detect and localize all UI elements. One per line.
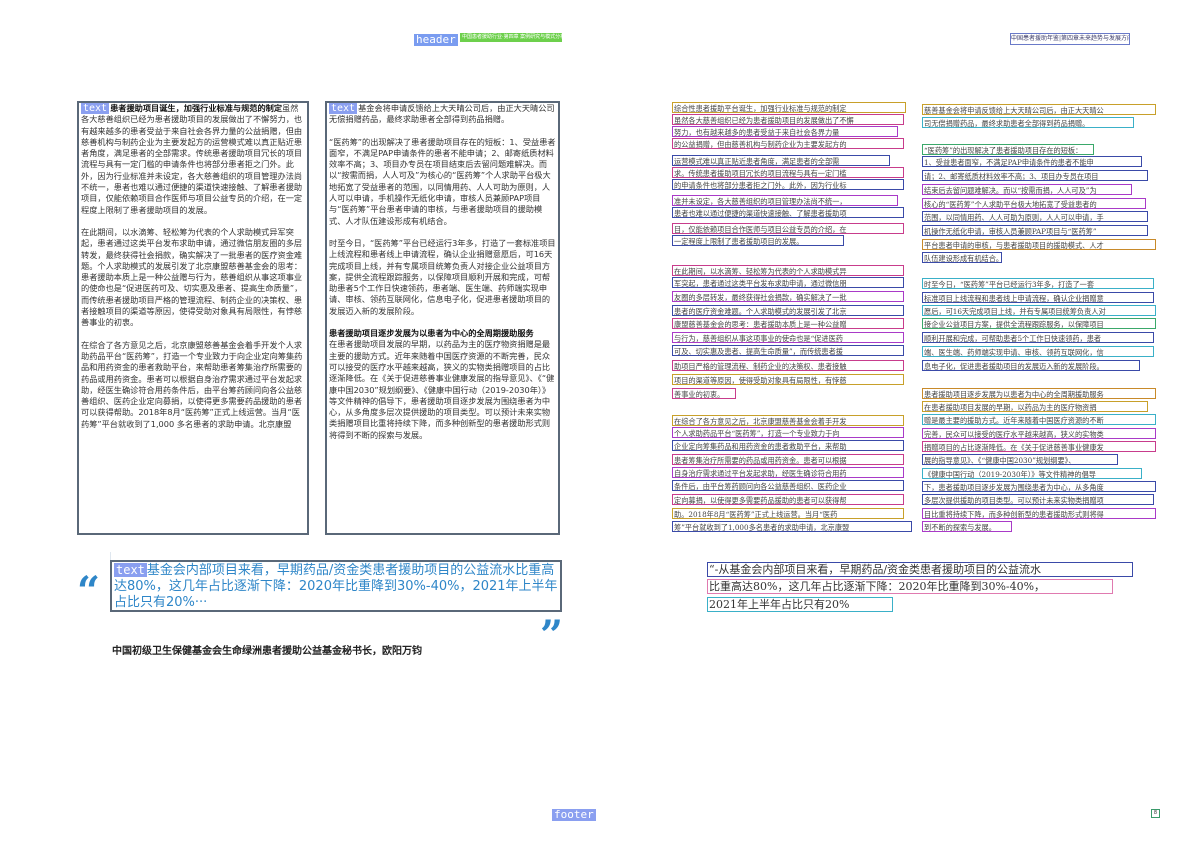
quote-text: 基金会内部项目来看，早期药品/资金类患者援助项目的公益流水比重高达80%，这几年… bbox=[114, 563, 558, 610]
text-line: 求。传统患者援助项目冗长的项目流程与具有一定门槛 bbox=[672, 167, 904, 178]
paragraph: 在此期间，以水滴筹、轻松筹为代表的个人求助模式异军突起，患者通过这类平台发布求助… bbox=[81, 226, 303, 328]
text-line: 自身治疗需求通过平台发起求助，经医生确诊符合用药 bbox=[672, 467, 904, 478]
text-line: 目比重将持续下降，而多种创新型的患者援助形式则将得 bbox=[922, 508, 1156, 519]
left-column-2: text 基金会将申请反馈给上大天晴公司后，由正大天晴公司无偿捐赠药品，最终求助患… bbox=[325, 101, 560, 535]
open-quote-icon: “ bbox=[77, 568, 101, 615]
text-line: 目，仅能依赖项目合作医师与项目公益专员的介绍，在 bbox=[672, 223, 904, 234]
text-line: 综合性患者援助平台诞生，加强行业标准与规范的制定 bbox=[672, 102, 906, 113]
text-line: 到不断的探索与发展。 bbox=[922, 521, 1012, 532]
quote-line: “-从基金会内部项目来看，早期药品/资金类患者援助项目的公益流水 bbox=[707, 562, 1133, 577]
paragraph: 在综合了各方意见之后，北京康盟慈善基金会着手开发个人求助药品平台“医药筹”，打造… bbox=[81, 339, 303, 429]
quote-attribution: 中国初级卫生保健基金会生命绿洲患者援助公益基金秘书长，欧阳万钧 bbox=[112, 646, 422, 657]
text-line: 军突起，患者通过这类平台发布求助申请，通过微信朋 bbox=[672, 277, 904, 288]
text-line: 企业定向筹集药品和用药资金的患者救助平台，来帮助 bbox=[672, 440, 904, 451]
text-line: 完善，民众可以接受的医疗水平越来越高，狭义的实物类 bbox=[922, 428, 1156, 439]
text-line: 展的指导意见》、《“健康中国2030”规划纲要》、 bbox=[922, 454, 1118, 465]
page-number: 8 bbox=[1151, 809, 1160, 818]
paragraph: “医药筹”的出现解决了患者援助项目存在的短板：1、受益患者面窄，不满足PAP申请… bbox=[329, 136, 556, 226]
text-line: 端、医生端、药师端实现申请、审核、领药互联网化，信 bbox=[922, 346, 1154, 357]
text-line: 与行为，慈善组织从事这项事业的使命也是“促进医药 bbox=[672, 332, 904, 343]
text-line: 核心的“医药筹”个人求助平台极大地拓宽了受益患者的 bbox=[922, 198, 1146, 209]
text-line: 多层次提供援助的项目类型。可以预计未来实物类捐赠项 bbox=[922, 494, 1154, 505]
text-line: 机操作无纸化申请，审核人员兼顾PAP项目与“医药筹” bbox=[922, 225, 1148, 236]
text-line: 康盟慈善基金会的思考：患者援助本质上是一种公益赠 bbox=[672, 318, 904, 329]
text-line: 的申请条件也将部分患者拒之门外。此外，因为行业标 bbox=[672, 179, 904, 190]
text-line: 在患者援助项目发展的早期，以药品为主的医疗物资捐 bbox=[922, 401, 1148, 412]
text-line: 愿后，可16天完成项目上线，并有专属项目统筹负责人对 bbox=[922, 305, 1156, 316]
text-line: 助项目严格的管理流程、制药企业的决策权、患者接触 bbox=[672, 360, 904, 371]
text-line: “医药筹”的出现解决了患者援助项目存在的短板： bbox=[922, 144, 1094, 155]
text-line: 善事业的初衷。 bbox=[672, 388, 736, 399]
text-line: 司无偿捐赠药品，最终求助患者全部得到药品捐赠。 bbox=[922, 117, 1134, 128]
header-stripe: 中国患者援助行业·第四章 案例研究与模式分析 bbox=[460, 33, 562, 42]
quote-line: 比重高达80%，这几年占比逐渐下降：2020年比重降到30%-40%， bbox=[707, 579, 1113, 594]
text-line: 时至今日，“医药筹”平台已经运行3年多，打造了一套 bbox=[922, 278, 1154, 289]
pull-quote: text 基金会内部项目来看，早期药品/资金类患者援助项目的公益流水比重高达80%… bbox=[110, 560, 562, 612]
text-line: 努力，也有越来越多的患者受益于来自社会各界力量 bbox=[672, 126, 898, 137]
quote-line: 2021年上半年占比只有20% bbox=[707, 597, 893, 612]
text-line: 准并未设定，各大慈善组织的项目管理办法尚不统一， bbox=[672, 195, 898, 206]
text-line: 助。2018年8月“医药筹”正式上线运营。当月“医药 bbox=[672, 508, 904, 519]
text-line: 定向募捐，以使得更多需要药品援助的患者可以获得帮 bbox=[672, 494, 904, 505]
text-line: 患者筹集治疗所需要的药品或用药资金。患者可以根据 bbox=[672, 454, 904, 465]
header-marker: header bbox=[414, 33, 458, 46]
left-column-1: text 患者援助项目诞生，加强行业标准与规范的制定虽然各大慈善组织已经为患者援助… bbox=[77, 101, 309, 535]
text-line: 慈善基金会将申请反馈给上大天晴公司后，由正大天晴公 bbox=[922, 104, 1156, 115]
text-marker: text bbox=[329, 103, 358, 114]
text-marker: text bbox=[114, 563, 147, 577]
text-line: 患者援助项目逐步发展为以患者为中心的全周期援助服务 bbox=[922, 388, 1156, 399]
text-line: 虽然各大慈善组织已经为患者援助项目的发展做出了不懈 bbox=[672, 114, 904, 125]
text-line: 顺利开展和完成，可帮助患者5个工作日快速领药，患者 bbox=[922, 332, 1154, 343]
text-line: 可及、切实惠及患者、提高生命质量”，而传统患者援 bbox=[672, 345, 904, 356]
text-line: 个人求助药品平台“医药筹”，打造一个专业致力于向 bbox=[672, 427, 904, 438]
text-line: 接企业公益项目方案，提供全流程跟踪服务，以保障项目 bbox=[922, 318, 1156, 329]
text-line: 范围，以同情用药、人人可助为原则，人人可以申请，手 bbox=[922, 211, 1148, 222]
text-marker: text bbox=[81, 103, 110, 114]
text-line: 赠是最主要的援助方式。近年来随着中国医疗资源的不断 bbox=[922, 414, 1156, 425]
text-line: 条件后，由平台筹药顾问向各公益慈善组织、医药企业 bbox=[672, 480, 904, 491]
text-line: 队伍建设形成有机结合。 bbox=[922, 252, 1002, 263]
text-line: 平台患者申请的审核，与患者援助项目的援助模式、人才 bbox=[922, 239, 1156, 250]
text-line: 结束后去留问题难解决。而以“按需而捐，人人可及”为 bbox=[922, 184, 1132, 195]
section-heading: 患者援助项目逐步发展为以患者为中心的全周期援助服务 bbox=[329, 328, 534, 339]
text-line: 标准项目上线流程和患者线上申请流程，确认企业捐赠意 bbox=[922, 292, 1154, 303]
section-lead: 患者援助项目诞生，加强行业标准与规范的制定 bbox=[110, 103, 283, 113]
text-line: 患者也难以通过便捷的渠道快速接触、了解患者援助项 bbox=[672, 207, 904, 218]
running-header: 中国患者援助年鉴|第四章未来趋势与发展方向 bbox=[1010, 33, 1130, 45]
paragraph: 虽然各大慈善组织已经为患者援助项目的发展做出了不懈努力，也有越来越多的患者受益于… bbox=[81, 103, 303, 215]
text-line: 患者的医疗资金难题。个人求助模式的发展引发了北京 bbox=[672, 305, 904, 316]
text-line: 的公益捐赠，但由慈善机构与制药企业为主要发起方的 bbox=[672, 138, 904, 149]
text-line: 筹”平台就收到了1,000多名患者的求助申请，北京康盟 bbox=[672, 521, 912, 532]
text-line: 请；2、邮寄纸质材料效率不高；3、项目办专员在项目 bbox=[922, 170, 1148, 181]
text-line: 《健康中国行动（2019-2030年）》等文件精神的倡导 bbox=[922, 468, 1142, 479]
text-line: 下，患者援助项目逐步发展为围绕患者为中心，从多角度 bbox=[922, 481, 1156, 492]
close-quote-icon: ” bbox=[540, 612, 564, 659]
text-line: 在此期间，以水滴筹、轻松筹为代表的个人求助模式异 bbox=[672, 265, 904, 276]
paragraph: 在患者援助项目发展的早期，以药品为主的医疗物资捐赠是最主要的援助方式。近年来随着… bbox=[329, 339, 555, 440]
paragraph: 时至今日，“医药筹”平台已经运行3年多，打造了一套标准项目上线流程和患者线上申请… bbox=[329, 237, 556, 316]
paragraph: 基金会将申请反馈给上大天晴公司后，由正大天晴公司无偿捐赠药品，最终求助患者全部得… bbox=[329, 103, 555, 125]
text-line: 运营模式难以真正贴近患者角度，满足患者的全部需 bbox=[672, 155, 890, 166]
text-line: 在综合了各方意见之后，北京康盟慈善基金会着手开发 bbox=[672, 415, 904, 426]
text-line: 息电子化，促进患者援助项目的发展迈入新的发展阶段。 bbox=[922, 360, 1140, 371]
text-line: 友圈的多层转发，最终获得社会捐款，确实解决了一批 bbox=[672, 291, 904, 302]
text-line: 1、受益患者面窄，不满足PAP申请条件的患者不能申 bbox=[922, 156, 1142, 167]
text-line: 一定程度上限制了患者援助项目的发展。 bbox=[672, 235, 844, 246]
text-line: 项目的渠道等原因，使得受助对象具有局限性，有悖慈 bbox=[672, 374, 904, 385]
text-line: 捐赠项目的占比逐渐降低。在《关于促进慈善事业健康发 bbox=[922, 441, 1156, 452]
footer-marker: footer bbox=[552, 808, 596, 821]
